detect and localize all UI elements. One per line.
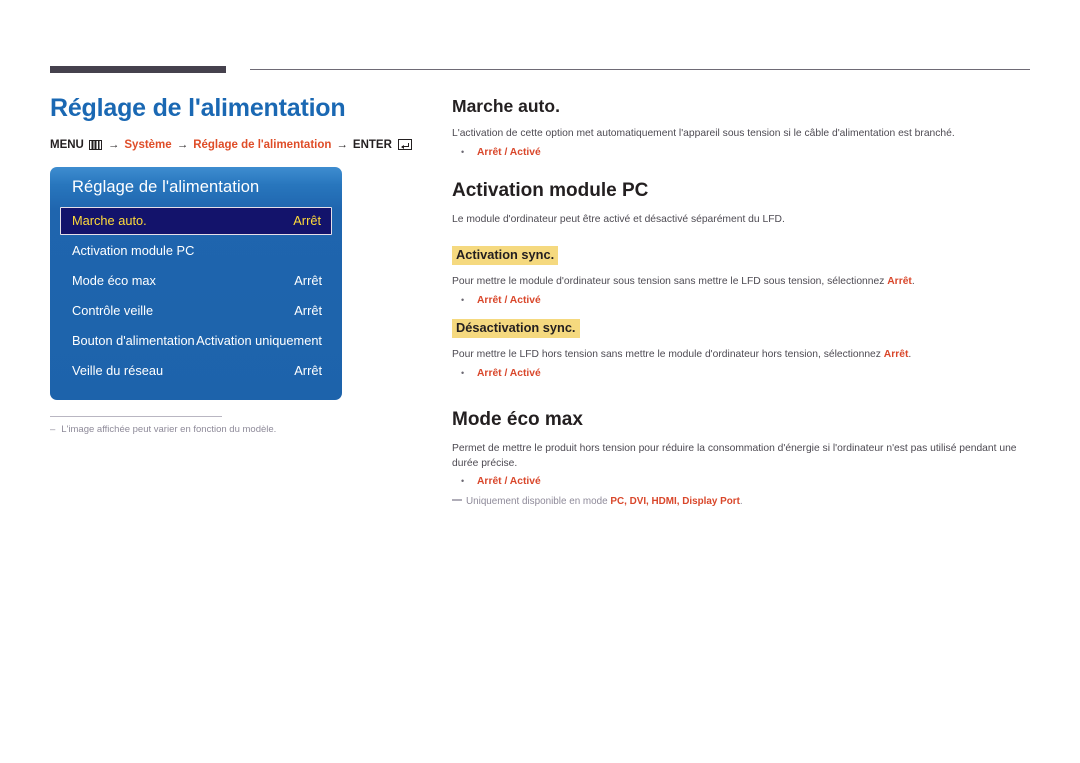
- osd-panel-title: Réglage de l'alimentation: [72, 177, 260, 196]
- footnote-divider: [50, 415, 222, 417]
- footnote-dash: –: [50, 423, 56, 435]
- header-rule-thin: [250, 69, 1030, 70]
- note-modes: PC, DVI, HDMI, Display Port: [610, 496, 740, 508]
- bullet-desactivation-sync: • Arrêt / Activé: [452, 368, 1032, 379]
- osd-row-value: Arrêt: [294, 273, 322, 288]
- osd-row-controle-veille[interactable]: Contrôle veille Arrêt: [50, 296, 342, 326]
- paragraph-highlight: Arrêt: [887, 275, 912, 287]
- paragraph-pre: Pour mettre le module d'ordinateur sous …: [452, 275, 888, 287]
- section-paragraph-activation-module-pc: Le module d'ordinateur peut être activé …: [452, 213, 785, 225]
- osd-row-value: Arrêt: [293, 213, 321, 228]
- bullet-dot-icon: •: [461, 367, 465, 378]
- section-heading-mode-eco-max: Mode éco max: [452, 408, 583, 430]
- section-paragraph-marche-auto: L'activation de cette option met automat…: [452, 128, 955, 140]
- note-text: Uniquement disponible en mode PC, DVI, H…: [466, 496, 743, 507]
- paragraph-post: .: [911, 275, 915, 287]
- breadcrumb-arrow-3: →: [336, 138, 348, 151]
- note-pre: Uniquement disponible en mode: [466, 496, 611, 508]
- breadcrumb-item-systeme[interactable]: Système: [124, 139, 171, 151]
- breadcrumb-enter-label: ENTER: [352, 138, 392, 151]
- section-paragraph-mode-eco-max: Permet de mettre le produit hors tension…: [452, 442, 1017, 469]
- paragraph-highlight: Arrêt: [883, 348, 909, 360]
- section-heading-activation-module-pc: Activation module PC: [452, 180, 649, 202]
- osd-row-label: Mode éco max: [72, 273, 156, 288]
- bullet-value: Arrêt / Activé: [477, 294, 541, 306]
- note-mode-eco-max: Uniquement disponible en mode PC, DVI, H…: [452, 496, 1032, 507]
- bullet-marche-auto: • Arrêt / Activé: [452, 147, 1032, 158]
- left-footnote: – L'image affichée peut varier en foncti…: [50, 415, 282, 436]
- subsection-heading-desactivation-sync: Désactivation sync.: [452, 318, 580, 338]
- note-post: .: [739, 496, 743, 508]
- osd-row-value: Arrêt: [294, 363, 322, 378]
- bullet-dot-icon: •: [461, 147, 465, 158]
- bullet-value: Arrêt / Activé: [477, 476, 541, 488]
- bullet-value: Arrêt / Activé: [477, 367, 541, 379]
- osd-row-marche-auto[interactable]: Marche auto. Arrêt: [60, 206, 332, 235]
- osd-row-mode-eco-max[interactable]: Mode éco max Arrêt: [50, 266, 342, 296]
- paragraph-pre: Pour mettre le LFD hors tension sans met…: [452, 348, 884, 360]
- footnote-text: L'image affichée peut varier en fonction…: [61, 423, 277, 435]
- osd-row-activation-module-pc[interactable]: Activation module PC: [50, 236, 342, 266]
- bullet-mode-eco-max: • Arrêt / Activé: [452, 476, 1032, 487]
- breadcrumb-menu-label: MENU: [50, 138, 84, 151]
- breadcrumb-item-reglage-alimentation[interactable]: Réglage de l'alimentation: [193, 139, 331, 151]
- header-rules: [0, 0, 1080, 90]
- osd-row-label: Contrôle veille: [72, 303, 154, 318]
- left-column: Réglage de l'alimentation MENU → Système…: [50, 94, 420, 436]
- osd-row-label: Veille du réseau: [72, 363, 164, 378]
- bullet-dot-icon: •: [461, 294, 465, 305]
- paragraph-post: .: [908, 348, 912, 360]
- osd-row-bouton-alimentation[interactable]: Bouton d'alimentation Activation uniquem…: [50, 326, 342, 356]
- osd-row-label: Marche auto.: [72, 213, 147, 228]
- menu-bars-icon: [88, 139, 102, 150]
- right-column: Marche auto. L'activation de cette optio…: [452, 96, 1032, 507]
- bullet-dot-icon: •: [461, 476, 465, 487]
- osd-row-value: Activation uniquement: [196, 333, 322, 348]
- breadcrumb-arrow-1: →: [107, 138, 120, 151]
- osd-menu-panel: Réglage de l'alimentation Marche auto. A…: [50, 166, 342, 400]
- header-rule-thick: [50, 66, 226, 73]
- section-heading-marche-auto: Marche auto.: [452, 96, 560, 116]
- osd-row-label: Bouton d'alimentation: [72, 333, 195, 348]
- subsection-paragraph-activation-sync: Pour mettre le module d'ordinateur sous …: [452, 275, 1032, 290]
- bullet-value: Arrêt / Activé: [477, 147, 541, 159]
- breadcrumb-arrow-2: →: [176, 138, 189, 151]
- note-dash-icon: [452, 499, 462, 502]
- subsection-heading-activation-sync: Activation sync.: [452, 245, 559, 265]
- osd-row-veille-du-reseau[interactable]: Veille du réseau Arrêt: [50, 356, 342, 386]
- subsection-paragraph-desactivation-sync: Pour mettre le LFD hors tension sans met…: [452, 348, 1032, 363]
- page-title: Réglage de l'alimentation: [50, 94, 346, 122]
- osd-row-value: Arrêt: [294, 303, 322, 318]
- enter-key-icon: [397, 139, 412, 150]
- bullet-activation-sync: • Arrêt / Activé: [452, 295, 1032, 306]
- breadcrumb: MENU → Système → Réglage de l'alimentati…: [50, 139, 420, 151]
- osd-row-label: Activation module PC: [72, 243, 195, 258]
